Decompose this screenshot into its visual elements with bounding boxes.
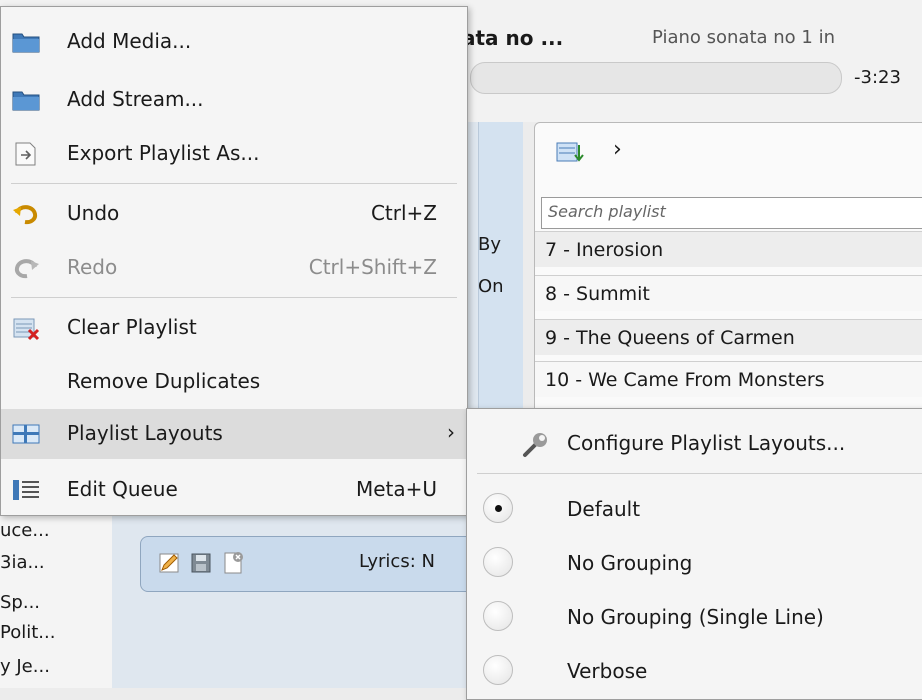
radio-button[interactable] xyxy=(483,655,513,685)
chevron-right-icon: › xyxy=(447,420,455,444)
search-playlist-input[interactable]: Search playlist xyxy=(541,197,922,229)
submenu-item-label: No Grouping xyxy=(567,551,693,575)
clear-playlist-icon xyxy=(13,318,40,341)
collection-item[interactable]: y Je... xyxy=(0,656,112,686)
menu-item-remove-duplicates[interactable]: Remove Duplicates xyxy=(1,357,467,407)
collection-item[interactable]: 3ia... xyxy=(0,552,112,582)
layout-icon xyxy=(12,424,40,444)
submenu-item-label: Default xyxy=(567,497,641,521)
menu-item-redo[interactable]: Redo Ctrl+Shift+Z xyxy=(1,243,467,293)
submenu-item-configure-layouts[interactable]: Configure Playlist Layouts... xyxy=(467,415,922,471)
submenu-item-layout-verbose[interactable]: Verbose xyxy=(467,643,922,699)
playlist-row[interactable]: 7 - Inerosion xyxy=(535,231,922,267)
radio-button-checked[interactable] xyxy=(483,493,513,523)
radio-button[interactable] xyxy=(483,601,513,631)
menu-item-export-playlist[interactable]: Export Playlist As... xyxy=(1,129,467,179)
redo-icon xyxy=(14,259,39,279)
playlist-sort-icon[interactable] xyxy=(555,139,587,167)
menu-item-add-media[interactable]: Add Media... xyxy=(1,17,467,67)
playlist-row[interactable]: 10 - We Came From Monsters xyxy=(535,361,922,397)
save-icon[interactable] xyxy=(189,551,213,575)
collection-item[interactable]: Polit... xyxy=(0,622,112,652)
menu-item-label: Clear Playlist xyxy=(67,315,197,339)
playlist-context-menu: Add Media... Add Stream... Export Playli… xyxy=(0,6,468,516)
current-track-title: ata no ... xyxy=(462,26,564,50)
menu-item-label: Edit Queue xyxy=(67,477,178,501)
time-remaining: -3:23 xyxy=(854,67,901,88)
edit-icon[interactable] xyxy=(157,551,181,575)
chevron-right-icon[interactable]: › xyxy=(613,137,622,162)
undo-icon xyxy=(13,205,38,225)
folder-icon xyxy=(12,91,40,111)
playlist-layouts-submenu: Configure Playlist Layouts... Default No… xyxy=(466,408,922,700)
menu-item-edit-queue[interactable]: Edit Queue Meta+U xyxy=(1,465,467,515)
menu-item-playlist-layouts[interactable]: Playlist Layouts › xyxy=(1,409,467,459)
lyrics-label: Lyrics: N xyxy=(359,551,435,572)
info-fragment: On xyxy=(478,276,504,297)
menu-separator xyxy=(477,473,922,474)
radio-button[interactable] xyxy=(483,547,513,577)
menu-item-add-stream[interactable]: Add Stream... xyxy=(1,75,467,125)
menu-item-label: Remove Duplicates xyxy=(67,369,261,393)
menu-item-label: Redo xyxy=(67,255,118,279)
menu-separator xyxy=(11,183,457,184)
progress-bar[interactable] xyxy=(470,62,842,94)
playlist-row[interactable]: 9 - The Queens of Carmen xyxy=(535,319,922,355)
menu-separator xyxy=(11,297,457,298)
menu-item-label: Undo xyxy=(67,201,120,225)
submenu-item-layout-no-grouping-single-line[interactable]: No Grouping (Single Line) xyxy=(467,589,922,645)
collection-item[interactable]: uce... xyxy=(0,520,112,550)
collection-item[interactable]: Sp... xyxy=(0,592,112,622)
menu-item-label: Playlist Layouts xyxy=(67,421,223,445)
submenu-item-label: Configure Playlist Layouts... xyxy=(567,431,846,455)
info-fragment: By xyxy=(478,234,502,255)
menu-item-undo[interactable]: Undo Ctrl+Z xyxy=(1,189,467,239)
wrench-icon xyxy=(523,433,547,457)
submenu-item-label: No Grouping (Single Line) xyxy=(567,605,824,629)
menu-item-shortcut: Ctrl+Shift+Z xyxy=(308,255,437,279)
folder-icon xyxy=(12,33,40,53)
menu-item-shortcut: Ctrl+Z xyxy=(370,201,437,225)
submenu-item-label: Verbose xyxy=(567,659,648,683)
submenu-item-layout-default[interactable]: Default xyxy=(467,481,922,537)
document-close-icon[interactable] xyxy=(221,551,245,575)
menu-item-label: Export Playlist As... xyxy=(67,141,260,165)
current-track-album: Piano sonata no 1 in xyxy=(652,27,835,48)
menu-item-label: Add Stream... xyxy=(67,87,204,111)
menu-item-shortcut: Meta+U xyxy=(355,477,437,501)
export-icon xyxy=(15,142,36,166)
submenu-item-layout-no-grouping[interactable]: No Grouping xyxy=(467,535,922,591)
menu-item-label: Add Media... xyxy=(67,29,192,53)
playlist-row[interactable]: 8 - Summit xyxy=(535,275,922,311)
menu-item-clear-playlist[interactable]: Clear Playlist xyxy=(1,303,467,353)
queue-icon xyxy=(13,480,39,500)
